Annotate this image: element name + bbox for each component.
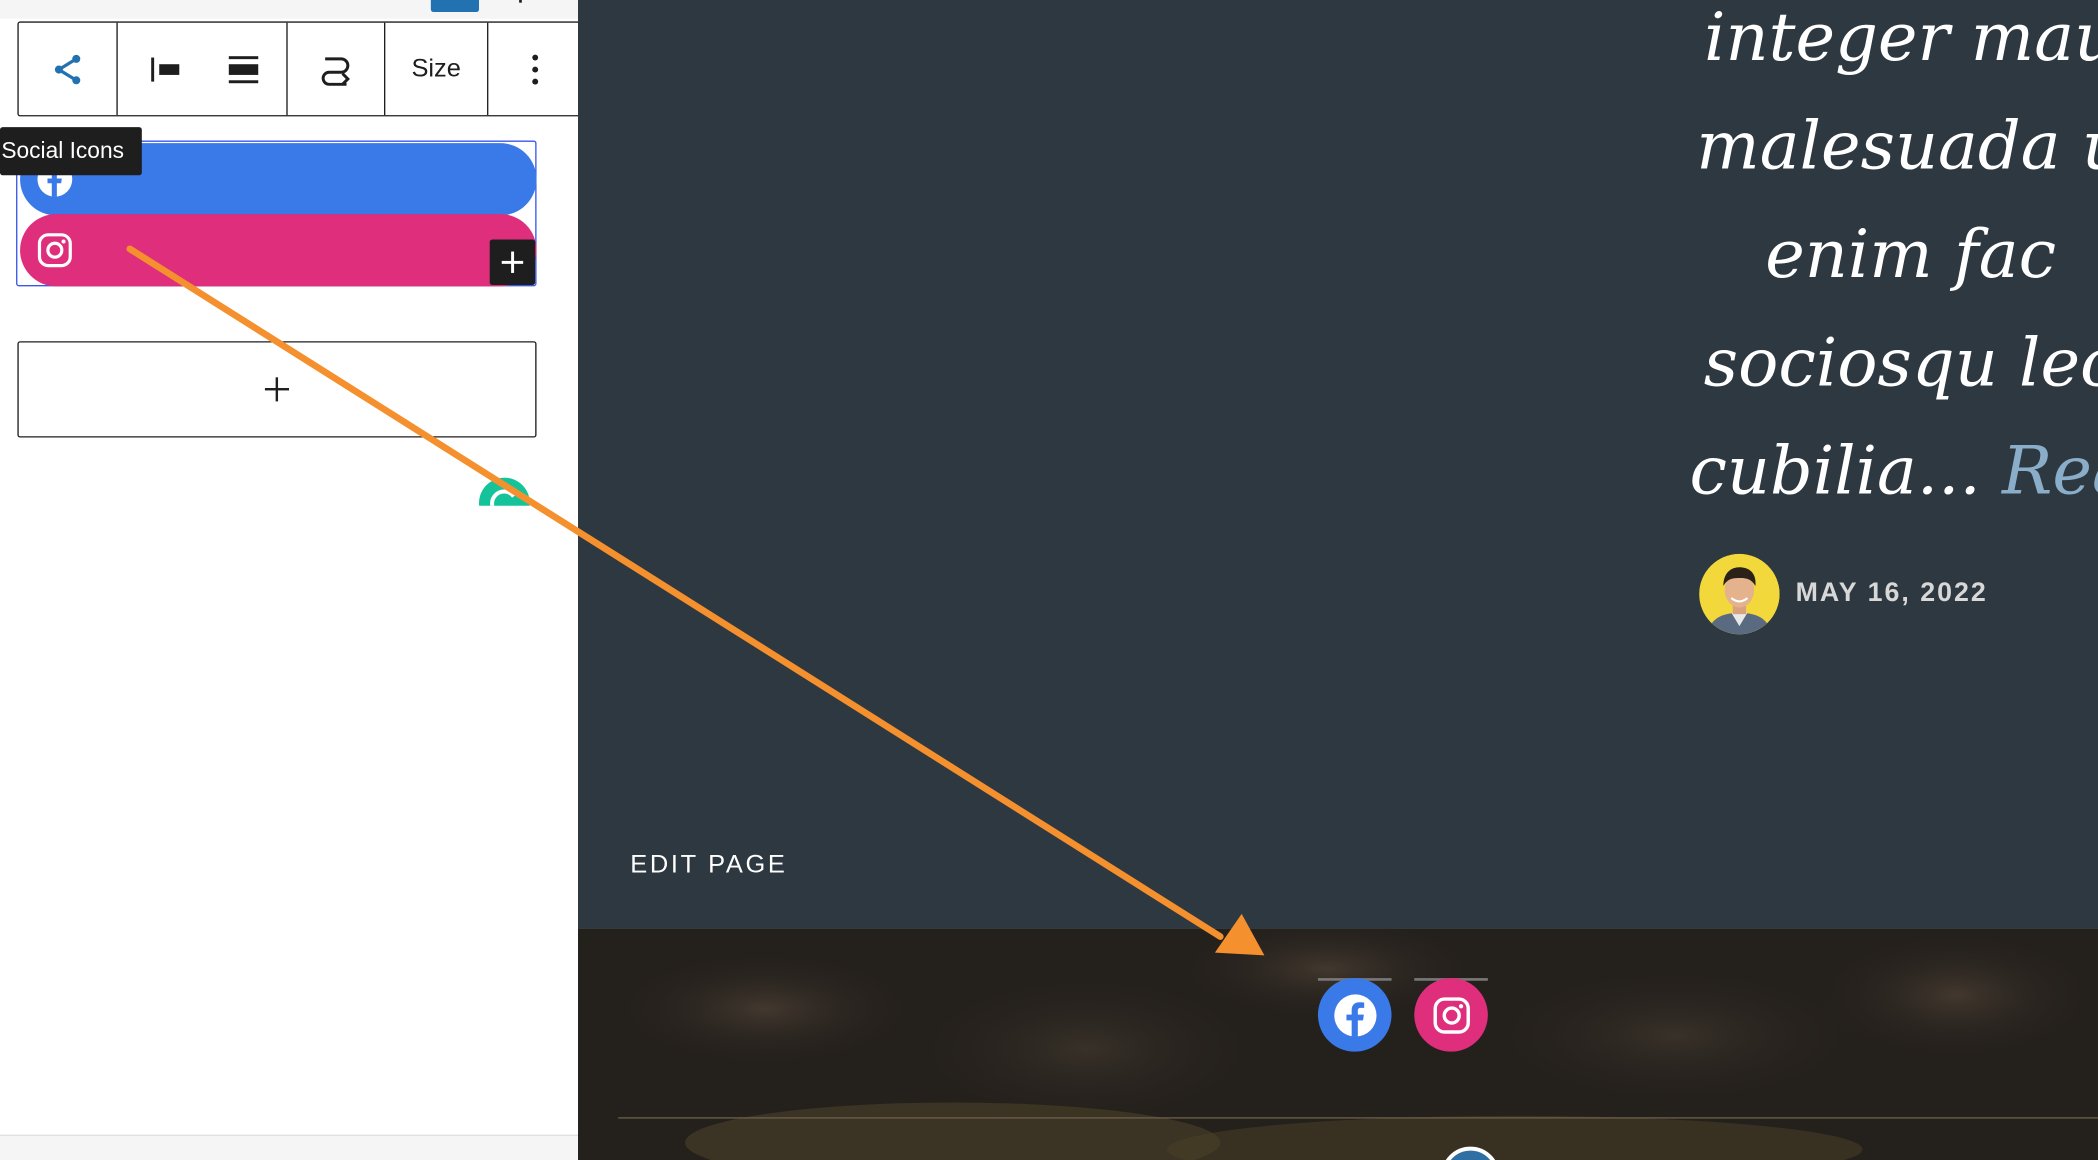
site-footer bbox=[578, 928, 2098, 1160]
plus-icon bbox=[264, 377, 290, 402]
footer-divider bbox=[618, 1117, 2098, 1119]
add-social-link-button[interactable] bbox=[489, 239, 536, 285]
wrap-toggle-button[interactable] bbox=[288, 23, 384, 115]
site-preview: integer mau malesuada u enim fac sociosq… bbox=[578, 0, 2098, 1160]
editor-footer-strip bbox=[0, 1134, 579, 1160]
justify-left-button[interactable] bbox=[124, 23, 207, 115]
wrap-icon bbox=[321, 56, 350, 86]
post-excerpt: integer mau malesuada u enim fac sociosq… bbox=[1670, 0, 2098, 526]
edit-page-link[interactable]: EDIT PAGE bbox=[630, 851, 787, 880]
excerpt-line: integer mau bbox=[1704, 0, 2098, 77]
excerpt-last-line: cubilia... Rea bbox=[1670, 417, 2098, 525]
excerpt-line: sociosqu lec bbox=[1703, 323, 2098, 402]
size-label: Size bbox=[411, 54, 461, 83]
read-more-link[interactable]: Rea bbox=[2002, 432, 2098, 510]
share-block-type-button[interactable] bbox=[19, 23, 117, 115]
block-toolbar: Size bbox=[17, 21, 584, 117]
block-editor-panel: Size Social Icons bbox=[0, 0, 584, 1160]
justify-stretch-icon bbox=[228, 55, 259, 83]
size-group: Size bbox=[385, 22, 489, 116]
footer-facebook-link[interactable] bbox=[1317, 978, 1392, 1052]
plus-icon bbox=[501, 251, 524, 273]
editor-top-strip bbox=[0, 0, 579, 19]
post-section: integer mau malesuada u enim fac sociosq… bbox=[578, 0, 2098, 929]
excerpt-line: enim fac bbox=[1765, 215, 2057, 294]
vertical-ellipsis-icon bbox=[532, 53, 539, 84]
social-link-instagram[interactable] bbox=[20, 214, 537, 287]
block-type-group bbox=[19, 22, 118, 116]
footer-instagram-link[interactable] bbox=[1414, 978, 1488, 1052]
wrap-group bbox=[288, 22, 386, 116]
post-date: MAY 16, 2022 bbox=[1795, 578, 1988, 608]
instagram-icon bbox=[37, 233, 72, 268]
instagram-icon bbox=[1432, 996, 1470, 1034]
justify-stretch-button[interactable] bbox=[207, 23, 279, 115]
excerpt-line: cubilia... bbox=[1689, 432, 1981, 510]
options-group bbox=[488, 23, 582, 115]
more-options-button[interactable] bbox=[488, 23, 582, 115]
grammarly-icon[interactable] bbox=[479, 477, 530, 506]
justification-group bbox=[118, 22, 288, 116]
share-icon bbox=[54, 54, 80, 84]
avatar[interactable] bbox=[1699, 553, 1780, 635]
toolbar-edge-icon bbox=[519, 0, 530, 3]
publish-button-edge[interactable] bbox=[430, 0, 480, 13]
justify-left-icon bbox=[151, 56, 180, 81]
size-button[interactable]: Size bbox=[385, 23, 487, 115]
facebook-icon bbox=[1333, 993, 1376, 1036]
block-tooltip: Social Icons bbox=[0, 127, 142, 176]
add-block-button[interactable] bbox=[17, 341, 537, 438]
excerpt-line: malesuada u bbox=[1696, 107, 2098, 185]
